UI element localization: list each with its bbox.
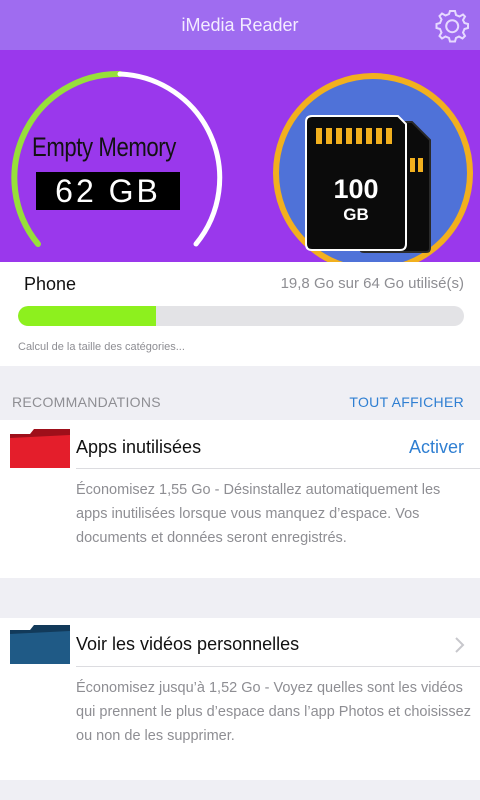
card-description: Économisez jusqu’à 1,52 Go - Voyez quell… xyxy=(76,680,471,744)
red-folder-icon xyxy=(10,429,70,468)
top-bar: iMedia Reader xyxy=(0,0,480,50)
enable-button[interactable]: Activer xyxy=(409,437,464,458)
calculating-text: Calcul de la taille des catégories... xyxy=(18,341,185,353)
gear-icon[interactable] xyxy=(434,8,470,44)
card-divider xyxy=(76,468,480,469)
phone-storage-panel: Phone 19,8 Go sur 64 Go utilisé(s) Calcu… xyxy=(0,262,480,366)
card-divider xyxy=(76,666,480,667)
device-name: Phone xyxy=(24,274,77,294)
card-title: Apps inutilisées xyxy=(76,437,202,457)
recommendations-title: RECOMMANDATIONS xyxy=(12,394,161,410)
memory-value: 62 GB xyxy=(36,172,180,210)
badge-unit: GB xyxy=(343,205,369,224)
badge-capacity: 100 xyxy=(333,174,378,204)
storage-usage-text: 19,8 Go sur 64 Go utilisé(s) xyxy=(280,275,464,292)
app-title: iMedia Reader xyxy=(181,15,299,35)
card-title: Voir les vidéos personnelles xyxy=(76,634,300,654)
memory-gauge xyxy=(11,70,223,247)
sd-card-icon: 100 GB xyxy=(273,73,473,273)
memory-label: Empty Memory xyxy=(32,132,176,162)
blue-folder-icon xyxy=(10,625,70,664)
show-all-link[interactable]: TOUT AFFICHER xyxy=(349,394,464,410)
storage-progress-fill xyxy=(18,306,157,326)
chevron-right-icon[interactable] xyxy=(454,636,466,654)
recommendation-card-personal-videos[interactable]: Voir les vidéos personnelles Économisez … xyxy=(0,618,480,780)
memory-hero: Empty Memory 62 GB 100 GB xyxy=(0,50,480,273)
recommendation-card-unused-apps[interactable]: Apps inutilisées Activer Économisez 1,55… xyxy=(0,420,480,578)
recommendations-header: RECOMMANDATIONS TOUT AFFICHER xyxy=(0,390,480,416)
storage-progress-bar xyxy=(18,306,464,326)
card-description: Économisez 1,55 Go - Désinstallez automa… xyxy=(76,482,441,546)
